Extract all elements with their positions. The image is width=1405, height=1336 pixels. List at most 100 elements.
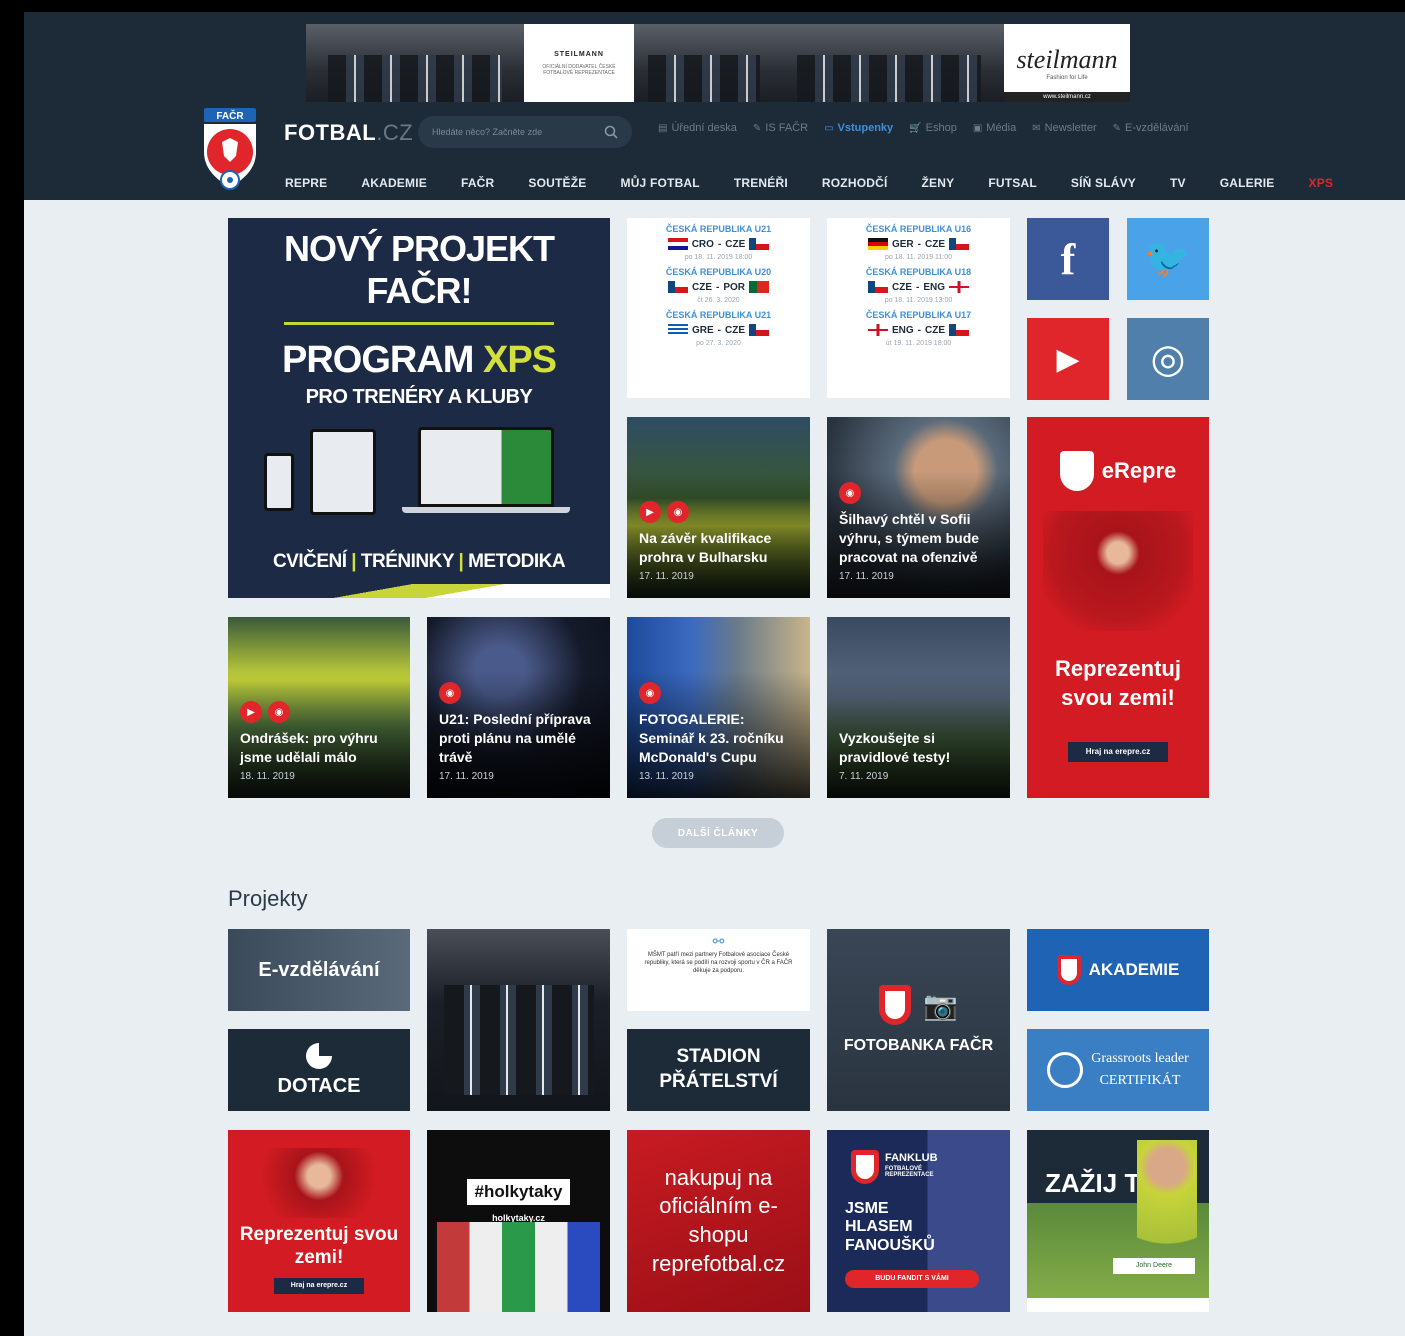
top-link-uredni-deska[interactable]: ▤ Úřední deska (658, 122, 737, 134)
banner-url: www.steilmann.cz (1004, 92, 1130, 102)
fixture-category: ČESKÁ REPUBLIKA U16 (865, 224, 972, 234)
nav-item-tv[interactable]: TV (1153, 176, 1203, 190)
facr-crest-logo[interactable]: FAČR (200, 108, 260, 192)
banner-photo (306, 24, 524, 102)
fixture-match: CRO - CZE (627, 238, 810, 250)
erepre-slogan: Reprezentuj svou zemi! (1055, 656, 1181, 710)
news-card[interactable]: ◉ Šilhavý chtěl v Sofii výhru, s týmem b… (827, 417, 1010, 598)
xps-promo-tile[interactable]: NOVÝ PROJEKT FAČR! PROGRAM XPS PRO TRENÉ… (228, 218, 610, 598)
project-erepre[interactable]: Reprezentuj svou zemi! Hraj na erepre.cz (228, 1130, 410, 1312)
pencil-icon: ✎ (1112, 122, 1121, 134)
erepre-cta-button[interactable]: Hraj na erepre.cz (1068, 742, 1168, 763)
project-eshop[interactable]: nakupuj na oficiálním e-shopu reprefotba… (627, 1130, 810, 1312)
project-zazij-to[interactable]: ZAŽIJ TO John Deere (1027, 1130, 1209, 1312)
fixture[interactable]: ČESKÁ REPUBLIKA U18 CZE - ENG po 18. 11. 2… (827, 267, 1010, 304)
erepre-promo-tile[interactable]: eRepre Reprezentuj svou zemi! Hraj na er… (1027, 417, 1209, 798)
fixture[interactable]: ČESKÁ REPUBLIKA U16 GER - CZE po 18. 11. 2… (827, 224, 1010, 261)
nav-item-facr[interactable]: FAČR (444, 176, 511, 190)
project-dotace[interactable]: DOTACE (228, 1029, 410, 1111)
project-grassroots[interactable]: Grassroots leader CERTIFIKÁT (1027, 1029, 1209, 1111)
nav-item-sin-slavy[interactable]: SÍŇ SLÁVY (1054, 176, 1153, 190)
facr-shield-icon (1059, 451, 1094, 491)
fixture[interactable]: ČESKÁ REPUBLIKA U21 CRO - CZE po 18. 11. 2… (627, 224, 810, 261)
czech-flag-icon (949, 324, 969, 336)
nav-item-galerie[interactable]: GALERIE (1203, 176, 1292, 190)
news-date: 17. 11. 2019 (639, 571, 694, 582)
devices-illustration (228, 423, 610, 533)
laptop-base (402, 507, 570, 513)
fixture-match: CZE - POR (627, 281, 810, 293)
project-msmt[interactable]: ⚯ MŠMT patří mezi partnery Fotbalové aso… (627, 929, 810, 1011)
fixture[interactable]: ČESKÁ REPUBLIKA U21 GRE - CZE po 27. 3. 20… (627, 310, 810, 347)
fixture-match: ENG - CZE (827, 324, 1010, 336)
facebook-icon[interactable]: f (1027, 218, 1109, 300)
project-steilmann[interactable] (427, 929, 610, 1111)
xps-footer: CVIČENÍ | TRÉNINKY | METODIKA (228, 551, 610, 573)
news-card[interactable]: ▶ ◉ Ondrášek: pro výhru jsme udělali málo… (228, 617, 410, 798)
news-card[interactable]: ◉ U21: Poslední příprava proti plánu na … (427, 617, 610, 798)
tile-footer (1027, 1298, 1209, 1312)
top-link-media[interactable]: ▣ Média (973, 122, 1016, 134)
project-fanklub[interactable]: FANKLUB FOTBALOVÉ REPREZENTACE JSME HLAS… (827, 1130, 1010, 1312)
site-name-text: FOTBAL (284, 120, 377, 145)
video-icon: ▶ (639, 501, 661, 524)
news-date: 17. 11. 2019 (839, 571, 894, 582)
project-label: FOTOBANKA FAČR (843, 1037, 994, 1054)
top-link-eshop[interactable]: 🛒 Eshop (909, 122, 957, 134)
grassroots-text: Grassroots leader CERTIFIKÁT (1091, 1048, 1189, 1093)
john-deere-badge: John Deere (1113, 1258, 1195, 1274)
msmt-logo-icon: ⚯ (712, 933, 725, 949)
fixtures-box-right: ČESKÁ REPUBLIKA U16 GER - CZE po 18. 11. 2… (827, 218, 1010, 398)
news-title: Na závěr kvalifikace prohra v Bulharsku (639, 530, 772, 566)
project-stadion[interactable]: STADION PŘÁTELSTVÍ (627, 1029, 810, 1111)
site-name[interactable]: FOTBAL.CZ (284, 120, 413, 146)
project-holkytaky[interactable]: #holkytaky holkytaky.cz (427, 1130, 610, 1312)
instagram-icon[interactable]: ◎ (1127, 318, 1209, 400)
nav-item-repre[interactable]: REPRE (268, 176, 344, 190)
fixture-home: ENG (891, 324, 914, 336)
nav-item-souteze[interactable]: SOUTĚŽE (511, 176, 603, 190)
news-card[interactable]: ▶ ◉ Na závěr kvalifikace prohra v Bulhars… (627, 417, 810, 598)
steilmann-banner[interactable]: STEILMANN OFICIÁLNÍ DODAVATEL ČESKÉ FOTB… (306, 24, 1130, 102)
nav-item-rozhodci[interactable]: ROZHODČÍ (805, 176, 905, 190)
players-image (437, 1222, 600, 1312)
more-articles-button[interactable]: DALŠÍ ČLÁNKY (652, 818, 784, 848)
fixture-date: po 18. 11. 2019 18:00 (684, 254, 753, 261)
fixture-match: GRE - CZE (627, 324, 810, 336)
xps-program-highlight: XPS (482, 339, 557, 381)
fixture-category: ČESKÁ REPUBLIKA U17 (865, 310, 972, 320)
project-fotobanka[interactable]: 📷 FOTOBANKA FAČR (827, 929, 1010, 1111)
camera-icon: ◉ (839, 482, 861, 505)
search-input[interactable] (432, 127, 604, 137)
fixture[interactable]: ČESKÁ REPUBLIKA U17 ENG - CZE út 19. 11. 2… (827, 310, 1010, 347)
top-link-newsletter[interactable]: ✉ Newsletter (1032, 122, 1096, 134)
nav-item-futsal[interactable]: FUTSAL (971, 176, 1054, 190)
nav-item-muj-fotbal[interactable]: MŮJ FOTBAL (604, 176, 717, 190)
top-link-vstupenky[interactable]: ▭ Vstupenky (824, 122, 893, 134)
nav-item-treneri[interactable]: TRENÉŘI (717, 176, 805, 190)
nav-item-akademie[interactable]: AKADEMIE (344, 176, 444, 190)
croatia-flag-icon (667, 238, 688, 250)
banner-center-title: STEILMANN (554, 50, 604, 58)
england-flag-icon (949, 281, 969, 293)
project-e-vzdelavani[interactable]: E-vzdělávání (228, 929, 410, 1011)
search-icon[interactable] (604, 125, 618, 139)
twitter-icon[interactable]: 🐦 (1127, 218, 1209, 300)
youtube-icon[interactable]: ▶ (1027, 318, 1109, 400)
fanklub-subtitle: FOTBALOVÉ REPREZENTACE (885, 1166, 934, 1178)
xps-footer-item: TRÉNINKY (360, 551, 454, 572)
nav-item-zeny[interactable]: ŽENY (905, 176, 972, 190)
ticket-icon: ▭ (824, 122, 834, 134)
news-card[interactable]: ◉ FOTOGALERIE: Seminář k 23. ročníku McD… (627, 617, 810, 798)
news-card[interactable]: Vyzkoušejte si pravidlové testy! 7. 11. … (827, 617, 1010, 798)
projects-heading: Projekty (228, 886, 308, 911)
fixture[interactable]: ČESKÁ REPUBLIKA U20 CZE - POR čt 26. 3. 20… (627, 267, 810, 304)
top-link-is-facr[interactable]: ✎ IS FAČR (753, 122, 808, 134)
banner-photo (774, 24, 1004, 102)
top-link-e-vzdelavani[interactable]: ✎ E-vzdělávání (1113, 122, 1189, 134)
nav-item-xps[interactable]: XPS (1292, 176, 1351, 190)
banner-text-panel: STEILMANN OFICIÁLNÍ DODAVATEL ČESKÉ FOTB… (524, 24, 634, 102)
video-icon: ▶ (240, 701, 262, 724)
project-akademie[interactable]: AKADEMIE (1027, 929, 1209, 1011)
news-date: 18. 11. 2019 (240, 771, 295, 782)
